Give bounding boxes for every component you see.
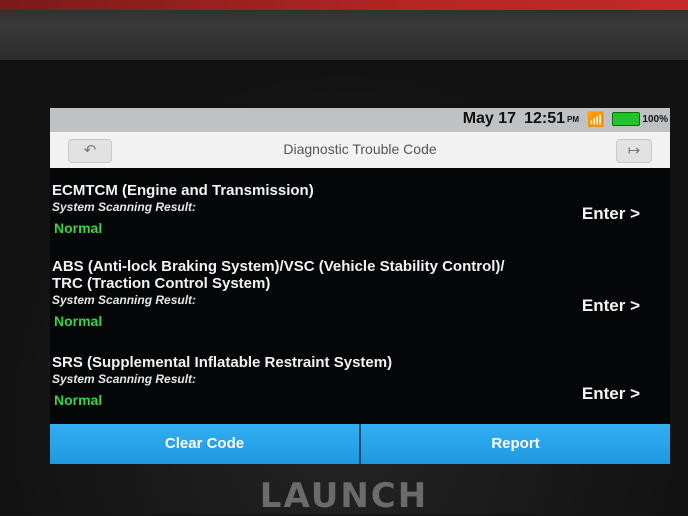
enter-button[interactable]: Enter > (582, 296, 640, 316)
screen: May 17 12:51 PM 📶 100% ↶ Diagnostic Trou… (50, 108, 670, 464)
scan-result-label: System Scanning Result: (52, 200, 197, 214)
bottom-action-bar: Clear Code Report (50, 424, 670, 464)
enter-button[interactable]: Enter > (582, 384, 640, 404)
system-name: ECMTCM (Engine and Transmission) (52, 182, 314, 199)
exit-icon[interactable]: ↦ (616, 139, 652, 163)
clear-code-button[interactable]: Clear Code (50, 424, 359, 464)
scan-result-status: Normal (54, 313, 103, 329)
system-name: ABS (Anti-lock Braking System)/VSC (Vehi… (52, 258, 505, 292)
system-item[interactable]: ECMTCM (Engine and Transmission) System … (50, 182, 670, 236)
system-item[interactable]: ABS (Anti-lock Braking System)/VSC (Vehi… (50, 258, 670, 329)
status-ampm: PM (566, 114, 579, 124)
status-date: May 17 (462, 110, 517, 127)
status-indicators: May 17 12:51 PM 📶 100% (463, 110, 668, 128)
system-item[interactable]: SRS (Supplemental Inflatable Restraint S… (50, 354, 670, 408)
status-bar: May 17 12:51 PM 📶 100% (50, 108, 670, 132)
wifi-icon: 📶 (586, 110, 605, 127)
report-button[interactable]: Report (359, 424, 670, 464)
scan-result-status: Normal (54, 392, 103, 408)
system-list: ECMTCM (Engine and Transmission) System … (50, 168, 670, 428)
scan-result-label: System Scanning Result: (52, 372, 197, 386)
status-time: 12:51 (524, 110, 565, 127)
page-title: Diagnostic Trouble Code (283, 141, 437, 157)
device-red-edge (0, 0, 688, 10)
brand-logo: LAUNCH (259, 476, 429, 516)
battery-percent: 100% (642, 113, 668, 125)
scan-result-status: Normal (54, 220, 103, 236)
battery-icon (612, 112, 641, 126)
enter-button[interactable]: Enter > (582, 204, 640, 224)
title-bar: ↶ Diagnostic Trouble Code ↦ (50, 132, 670, 168)
system-name: SRS (Supplemental Inflatable Restraint S… (52, 354, 393, 371)
scan-result-label: System Scanning Result: (52, 293, 197, 307)
